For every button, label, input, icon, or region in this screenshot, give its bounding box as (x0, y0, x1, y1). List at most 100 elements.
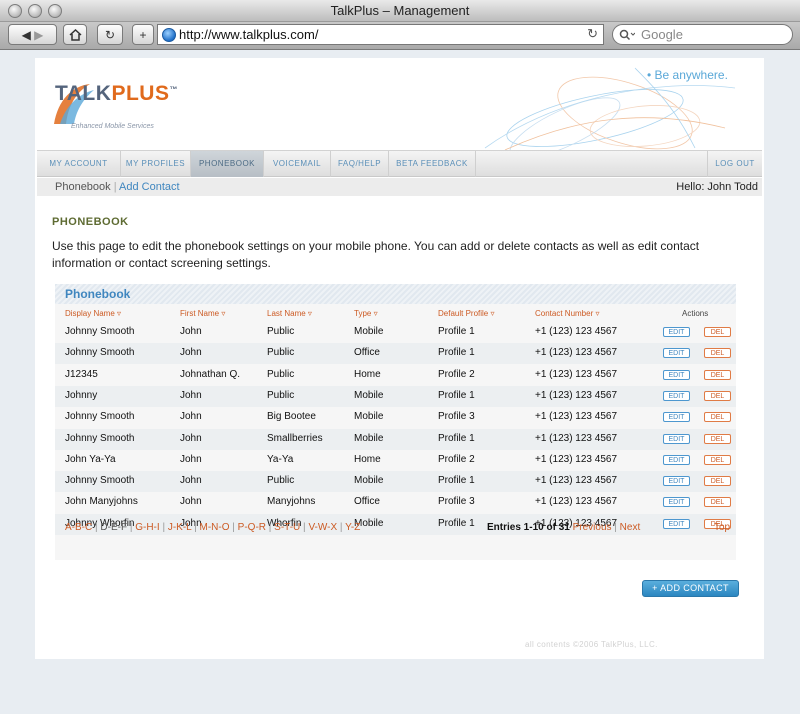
logo-wordmark: TALKPLUS™ (55, 82, 178, 106)
search-placeholder: Google (641, 27, 683, 42)
page-container: TALKPLUS™ Enhanced Mobile Services • Be … (35, 58, 764, 659)
cell-first-name: Johnathan Q. (180, 368, 241, 380)
reload-icon[interactable]: ↻ (587, 26, 598, 42)
browser-toolbar: ◀ ▶ ↻ + http://www.talkplus.com/ ↻ Googl… (0, 22, 800, 50)
add-contact-button[interactable]: + ADD CONTACT (642, 580, 739, 597)
alpha-filter-g-h-i[interactable]: G-H-I (135, 522, 159, 533)
cell-type: Mobile (354, 389, 384, 401)
column-header-contact-number[interactable]: Contact Number ▿ (535, 309, 599, 318)
alpha-filter-v-w-x[interactable]: V-W-X (308, 522, 337, 533)
alpha-filter-p-q-r[interactable]: P-Q-R (238, 522, 266, 533)
alpha-filter-s-t-u[interactable]: S-T-U (274, 522, 300, 533)
search-field[interactable]: Google (612, 24, 793, 45)
home-button[interactable] (63, 24, 87, 45)
edit-button[interactable]: EDIT (663, 497, 690, 508)
nav-my-profiles[interactable]: MY PROFILES (121, 151, 191, 177)
alpha-filter-a-b-c[interactable]: A-B-C (65, 522, 92, 533)
cell-display-name: Johnny Smooth (65, 475, 135, 487)
delete-button[interactable]: DEL (704, 327, 731, 337)
table-row: Johnny John Public Mobile Profile 1 +1 (123) … (55, 385, 736, 407)
delete-button[interactable]: DEL (704, 476, 731, 487)
edit-button[interactable]: EDIT (663, 327, 690, 337)
nav-voicemail[interactable]: VOICEMAIL (264, 151, 331, 177)
nav-my-account[interactable]: MY ACCOUNT (37, 151, 121, 177)
home-icon (68, 28, 82, 41)
delete-button[interactable]: DEL (704, 497, 731, 508)
logo-tagline: Enhanced Mobile Services (71, 123, 154, 130)
delete-button[interactable]: DEL (704, 348, 731, 359)
column-header-first-name[interactable]: First Name ▿ (180, 309, 225, 318)
cell-type: Mobile (354, 326, 384, 337)
globe-icon (162, 27, 176, 42)
breadcrumb-current: Phonebook (55, 181, 111, 193)
edit-button[interactable]: EDIT (663, 390, 690, 401)
cell-default-profile: Profile 3 (438, 411, 475, 423)
edit-button[interactable]: EDIT (663, 369, 690, 380)
alpha-separator: | (159, 522, 168, 533)
nav-beta-feedback[interactable]: BETA FEEDBACK (389, 151, 476, 177)
add-contact-link[interactable]: Add Contact (119, 181, 180, 193)
delete-button[interactable]: DEL (704, 412, 731, 423)
top-link[interactable]: Top (714, 522, 730, 533)
column-header-default-profile[interactable]: Default Profile ▿ (438, 309, 494, 318)
cell-default-profile: Profile 1 (438, 475, 475, 487)
main-nav: MY ACCOUNT MY PROFILES PHONEBOOK VOICEMA… (37, 150, 762, 177)
cell-first-name: John (180, 475, 202, 487)
alphabet-filter: A-B-C | D-E-F | G-H-I | J-K-L | M-N-O | … (65, 522, 360, 533)
back-forward-button[interactable]: ◀ ▶ (8, 24, 57, 45)
table-row: Johnny Smooth John Smallberries Mobile Profi… (55, 428, 736, 450)
reload-button[interactable]: ↻ (97, 24, 123, 45)
delete-button[interactable]: DEL (704, 454, 731, 465)
alpha-filter-m-n-o[interactable]: M-N-O (200, 522, 230, 533)
window-title: TalkPlus – Management (330, 3, 470, 18)
slogan: • Be anywhere. (647, 68, 728, 82)
alpha-filter-j-k-l[interactable]: J-K-L (168, 522, 192, 533)
edit-button[interactable]: EDIT (663, 412, 690, 423)
alpha-separator: | (266, 522, 275, 533)
alpha-separator: | (191, 522, 200, 533)
column-header-type[interactable]: Type ▿ (354, 309, 378, 318)
cell-display-name: Johnny (65, 389, 98, 401)
previous-link[interactable]: Previous (573, 522, 612, 533)
edit-button[interactable]: EDIT (663, 454, 690, 465)
edit-button[interactable]: EDIT (663, 433, 690, 444)
phonebook-pagination: A-B-C | D-E-F | G-H-I | J-K-L | M-N-O | … (55, 517, 736, 539)
cell-contact-number: +1 (123) 123 4567 (535, 475, 618, 487)
add-bookmark-button[interactable]: + (132, 24, 154, 45)
cell-display-name: J12345 (65, 368, 98, 380)
column-header-last-name[interactable]: Last Name ▿ (267, 309, 312, 318)
edit-button[interactable]: EDIT (663, 348, 690, 359)
cell-first-name: John (180, 453, 202, 465)
cell-default-profile: Profile 1 (438, 326, 475, 337)
cell-display-name: John Manyjohns (65, 496, 138, 508)
cell-last-name: Public (267, 475, 295, 487)
cell-contact-number: +1 (123) 123 4567 (535, 496, 618, 508)
nav-phonebook[interactable]: PHONEBOOK (191, 151, 264, 177)
table-row: Johnny Smooth John Public Mobile Profile 1 +1… (55, 322, 736, 343)
cell-type: Mobile (354, 475, 384, 487)
cell-display-name: Johnny Smooth (65, 326, 135, 337)
delete-button[interactable]: DEL (704, 390, 731, 401)
address-bar[interactable]: http://www.talkplus.com/ ↻ (157, 24, 604, 45)
nav-faq-help[interactable]: FAQ/HELP (331, 151, 389, 177)
nav-log-out[interactable]: LOG OUT (707, 151, 762, 177)
cell-display-name: Johnny Smooth (65, 411, 135, 423)
reload-icon: ↻ (104, 27, 116, 42)
cell-contact-number: +1 (123) 123 4567 (535, 389, 618, 401)
column-header-display-name[interactable]: Display Name ▿ (65, 309, 121, 318)
cell-first-name: John (180, 496, 202, 508)
next-link[interactable]: Next (620, 522, 641, 533)
copyright: all contents ©2006 TalkPlus, LLC. (525, 640, 658, 649)
alpha-filter-y-z[interactable]: Y-Z (345, 522, 360, 533)
edit-button[interactable]: EDIT (663, 476, 690, 487)
page-title: PHONEBOOK (52, 216, 129, 228)
cell-last-name: Big Bootee (267, 411, 316, 423)
table-row: Johnny Smooth John Public Office Profile 1 +1… (55, 343, 736, 365)
delete-button[interactable]: DEL (704, 369, 731, 380)
breadcrumb: Phonebook | Add Contact Hello: John Todd (37, 178, 762, 196)
cell-contact-number: +1 (123) 123 4567 (535, 368, 618, 380)
cell-default-profile: Profile 1 (438, 432, 475, 444)
cell-default-profile: Profile 3 (438, 496, 475, 508)
plus-icon: + (139, 27, 147, 42)
delete-button[interactable]: DEL (704, 433, 731, 444)
